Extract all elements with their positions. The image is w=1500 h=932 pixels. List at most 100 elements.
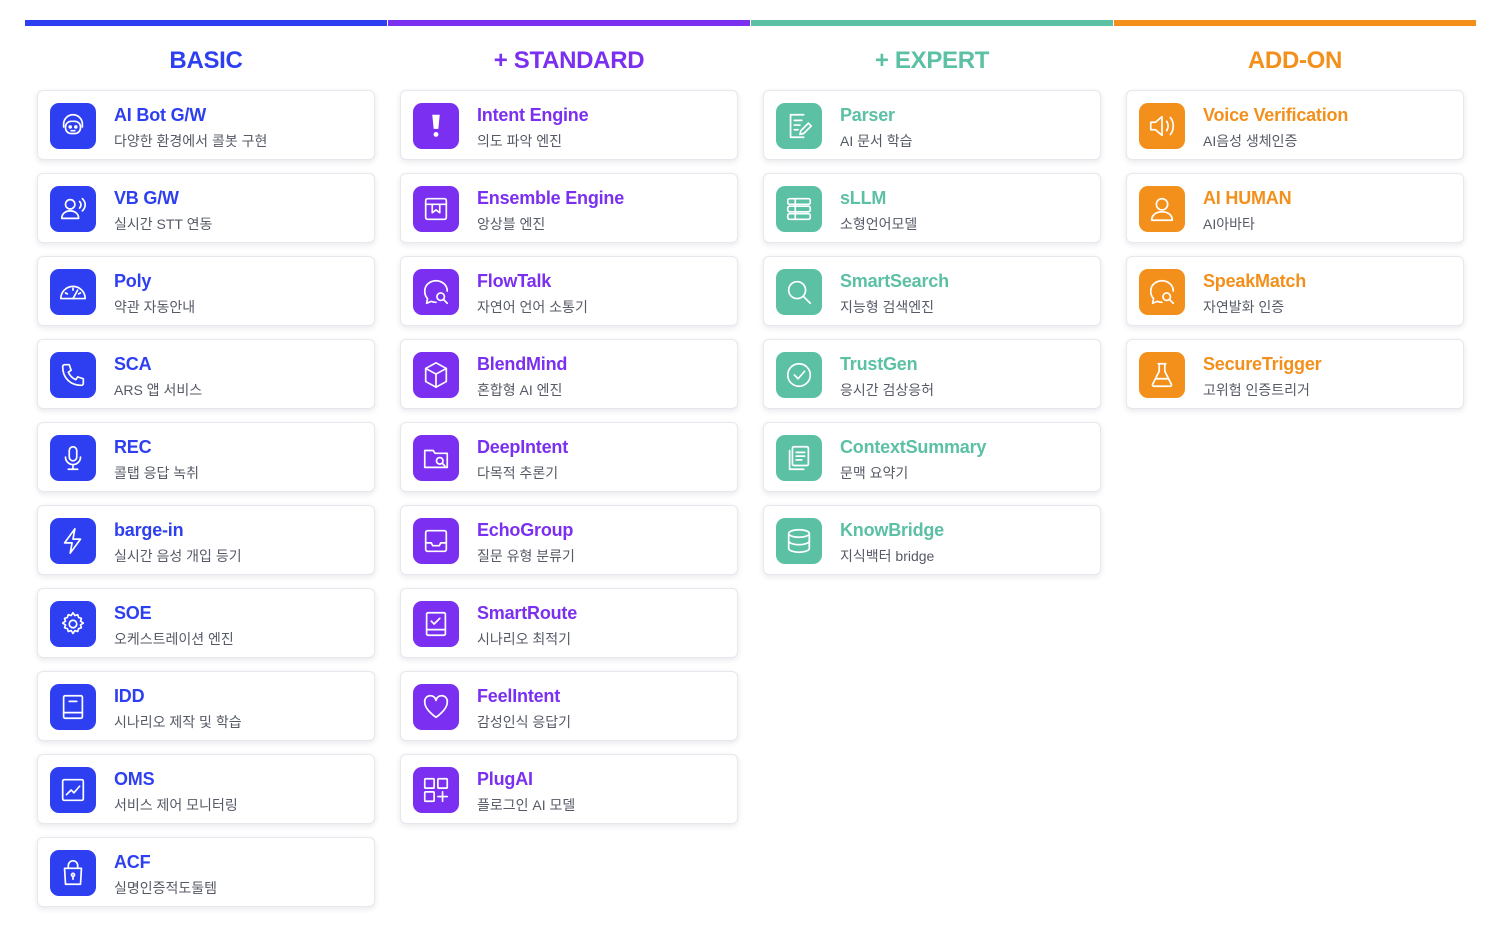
- product-card[interactable]: ContextSummary 문맥 요약기: [763, 422, 1101, 492]
- product-description: 혼합형 AI 엔진: [477, 382, 563, 398]
- flask-icon: [1139, 352, 1185, 398]
- product-card[interactable]: AI Bot G/W 다양한 환경에서 콜봇 구현: [37, 90, 375, 160]
- product-name: SOE: [114, 603, 152, 623]
- product-name: REC: [114, 437, 152, 457]
- product-card[interactable]: FlowTalk 자연어 언어 소통기: [400, 256, 738, 326]
- product-name: Poly: [114, 271, 152, 291]
- chat-search-icon: [1139, 269, 1185, 315]
- product-card[interactable]: BlendMind 혼합형 AI 엔진: [400, 339, 738, 409]
- speaker-icon: [1139, 103, 1185, 149]
- product-card[interactable]: VB G/W 실시간 STT 연동: [37, 173, 375, 243]
- product-card[interactable]: DeepIntent 다목적 추론기: [400, 422, 738, 492]
- column-expert: + EXPERT Parser AI 문서 학습 sLLM 소형언어모델 SmartSea…: [751, 20, 1113, 575]
- product-description: 시나리오 제작 및 학습: [114, 714, 242, 730]
- check-circle-icon: [776, 352, 822, 398]
- check-book-icon: [413, 601, 459, 647]
- product-name: TrustGen: [840, 354, 918, 374]
- product-name: PlugAI: [477, 769, 533, 789]
- cube-icon: [413, 352, 459, 398]
- product-card[interactable]: REC 콜탭 응답 녹취: [37, 422, 375, 492]
- column-top-bar: [751, 20, 1113, 26]
- phone-icon: [50, 352, 96, 398]
- product-description: 콜탭 응답 녹취: [114, 465, 200, 481]
- product-card[interactable]: Poly 약관 자동안내: [37, 256, 375, 326]
- product-card[interactable]: SOE 오케스트레이션 엔진: [37, 588, 375, 658]
- gear-icon: [50, 601, 96, 647]
- microphone-icon: [50, 435, 96, 481]
- product-description: 실시간 STT 연동: [114, 216, 213, 232]
- product-description: 고위험 인증트리거: [1203, 382, 1310, 398]
- product-card[interactable]: SecureTrigger 고위험 인증트리거: [1126, 339, 1464, 409]
- database-stack-icon: [776, 186, 822, 232]
- product-description: 실명인증적도둘템: [114, 880, 218, 896]
- chart-icon: [50, 767, 96, 813]
- column-title: ADD-ON: [1247, 47, 1343, 74]
- product-name: Voice Verification: [1203, 105, 1349, 125]
- product-description: 응시간 검상응허: [840, 382, 935, 398]
- product-name: AI Bot G/W: [114, 105, 206, 125]
- product-card[interactable]: TrustGen 응시간 검상응허: [763, 339, 1101, 409]
- product-name: SCA: [114, 354, 152, 374]
- product-name: SpeakMatch: [1203, 271, 1307, 291]
- user-voice-icon: [50, 186, 96, 232]
- product-card[interactable]: Parser AI 문서 학습: [763, 90, 1101, 160]
- product-description: 서비스 제어 모니터링: [114, 797, 238, 813]
- product-card[interactable]: FeelIntent 감성인식 응답기: [400, 671, 738, 741]
- product-card[interactable]: EchoGroup 질문 유형 분류기: [400, 505, 738, 575]
- product-card[interactable]: SCA ARS 앱 서비스: [37, 339, 375, 409]
- product-card[interactable]: SpeakMatch 자연발화 인증: [1126, 256, 1464, 326]
- product-name: ACF: [114, 852, 151, 872]
- box-icon: [413, 186, 459, 232]
- product-card[interactable]: PlugAI 플로그인 AI 모델: [400, 754, 738, 824]
- product-name: SecureTrigger: [1203, 354, 1322, 374]
- grid-plus-icon: [413, 767, 459, 813]
- exclamation-icon: [413, 103, 459, 149]
- product-description: ARS 앱 서비스: [114, 382, 203, 398]
- product-description: 지식백터 bridge: [840, 548, 935, 564]
- product-card[interactable]: Ensemble Engine 앙상블 엔진: [400, 173, 738, 243]
- product-name: barge-in: [114, 520, 184, 540]
- product-name: Ensemble Engine: [477, 188, 625, 208]
- product-description: 의도 파악 엔진: [477, 133, 563, 149]
- product-description: 질문 유형 분류기: [477, 548, 575, 564]
- search-icon: [776, 269, 822, 315]
- product-name: VB G/W: [114, 188, 179, 208]
- column-top-bar: [388, 20, 750, 26]
- product-card[interactable]: SmartSearch 지능형 검색엔진: [763, 256, 1101, 326]
- product-name: IDD: [114, 686, 145, 706]
- product-card[interactable]: ACF 실명인증적도둘템: [37, 837, 375, 907]
- product-card[interactable]: Voice Verification AI음성 생체인증: [1126, 90, 1464, 160]
- column-title: + STANDARD: [493, 47, 645, 74]
- product-description: 약관 자동안내: [114, 299, 196, 315]
- product-name: FlowTalk: [477, 271, 552, 291]
- product-name: sLLM: [840, 188, 887, 208]
- product-description: AI아바타: [1203, 216, 1255, 232]
- product-card[interactable]: KnowBridge 지식백터 bridge: [763, 505, 1101, 575]
- heart-icon: [413, 684, 459, 730]
- product-description: 다목적 추론기: [477, 465, 559, 481]
- product-description: 소형언어모델: [840, 216, 918, 232]
- product-card[interactable]: OMS 서비스 제어 모니터링: [37, 754, 375, 824]
- product-description: 지능형 검색엔진: [840, 299, 935, 315]
- product-description: AI음성 생체인증: [1203, 133, 1298, 149]
- user-icon: [1139, 186, 1185, 232]
- product-description: 오케스트레이션 엔진: [114, 631, 234, 647]
- product-card[interactable]: sLLM 소형언어모델: [763, 173, 1101, 243]
- product-card[interactable]: Intent Engine 의도 파악 엔진: [400, 90, 738, 160]
- column-standard: + STANDARD Intent Engine 의도 파악 엔진 Ensemble …: [388, 20, 750, 824]
- headset-bot-icon: [50, 103, 96, 149]
- folder-search-icon: [413, 435, 459, 481]
- product-name: FeelIntent: [477, 686, 561, 706]
- product-name: AI HUMAN: [1203, 188, 1292, 208]
- lock-bag-icon: [50, 850, 96, 896]
- book-icon: [50, 684, 96, 730]
- product-description: 다양한 환경에서 콜봇 구현: [114, 133, 268, 149]
- product-card[interactable]: barge-in 실시간 음성 개입 등기: [37, 505, 375, 575]
- product-card[interactable]: SmartRoute 시나리오 최적기: [400, 588, 738, 658]
- product-card[interactable]: IDD 시나리오 제작 및 학습: [37, 671, 375, 741]
- product-description: 감성인식 응답기: [477, 714, 572, 730]
- product-card[interactable]: AI HUMAN AI아바타: [1126, 173, 1464, 243]
- column-title: + EXPERT: [874, 47, 990, 74]
- product-name: SmartRoute: [477, 603, 578, 623]
- document-edit-icon: [776, 103, 822, 149]
